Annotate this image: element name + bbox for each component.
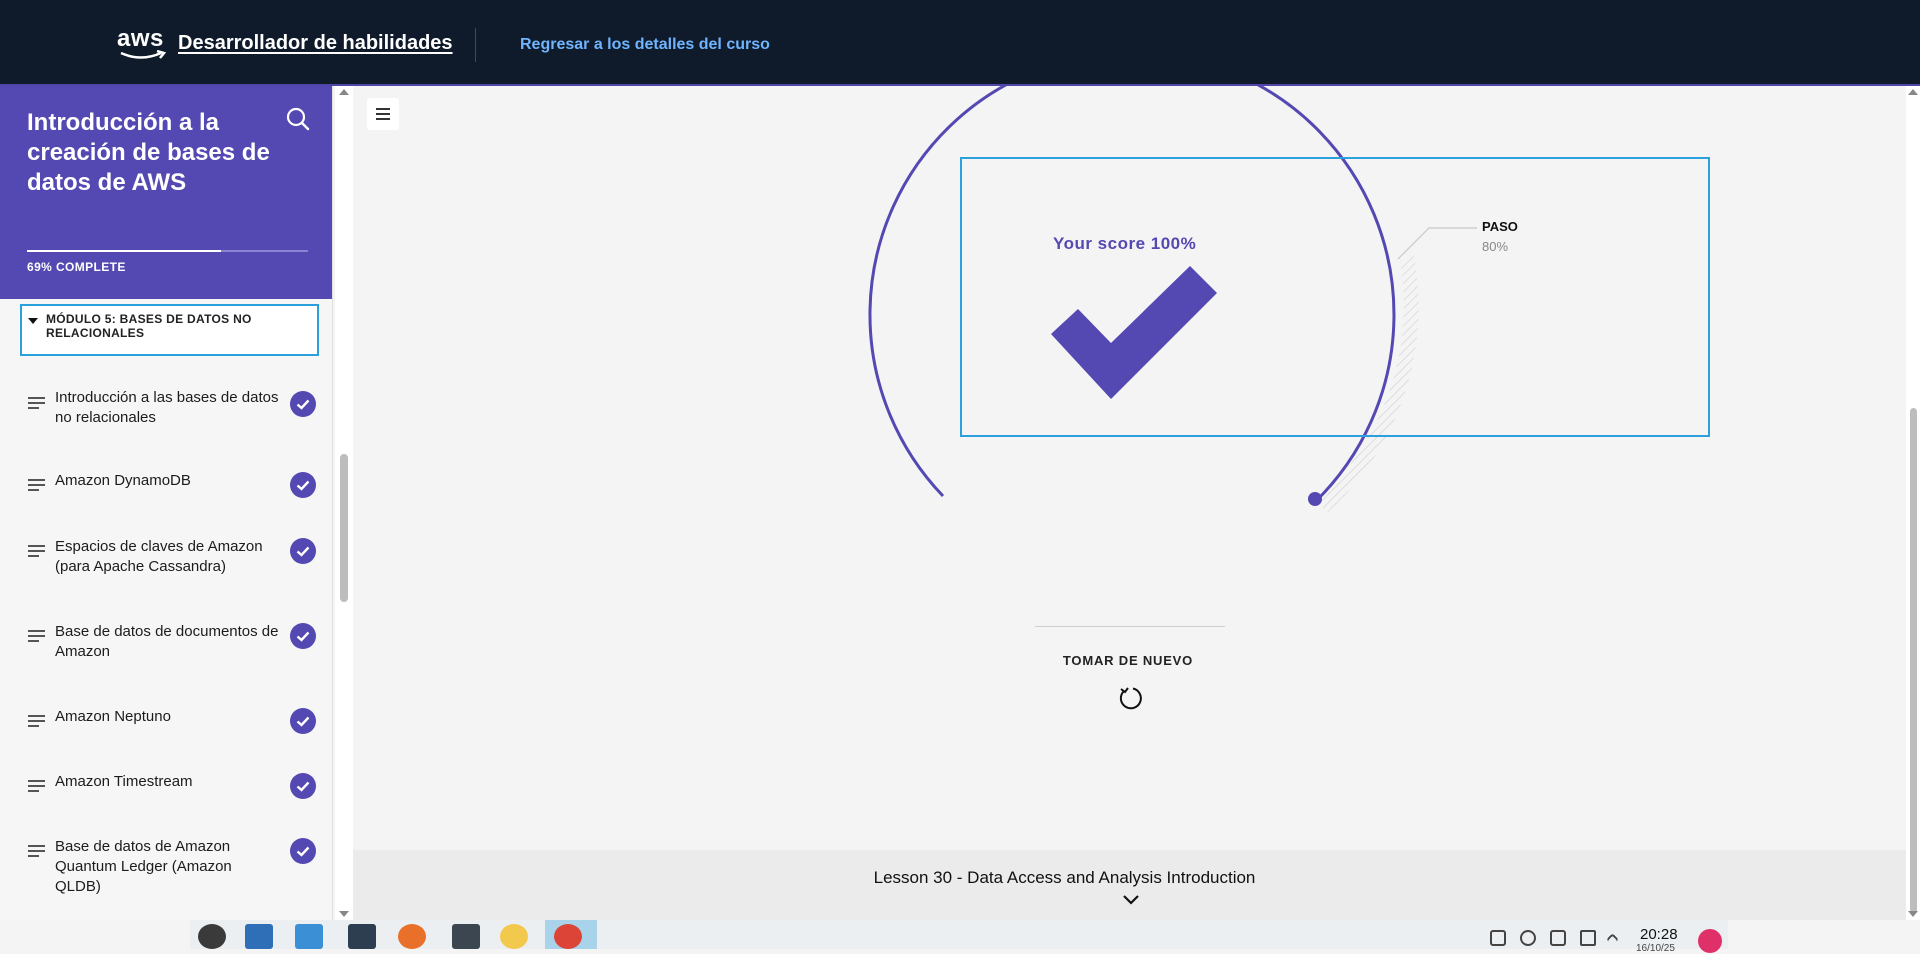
sidebar-scroll-thumb[interactable] xyxy=(340,454,348,602)
clock-time[interactable]: 20:28 xyxy=(1640,926,1678,943)
lesson-label: Amazon DynamoDB xyxy=(55,472,191,489)
lesson-list-icon xyxy=(28,845,45,857)
scroll-down-arrow-icon[interactable] xyxy=(339,911,349,917)
back-to-course-link[interactable]: Regresar a los detalles del curso xyxy=(520,36,770,54)
completed-check-icon xyxy=(290,391,316,417)
completed-check-icon xyxy=(290,773,316,799)
caret-down-icon xyxy=(28,318,38,324)
retry-icon[interactable] xyxy=(1116,684,1144,712)
next-lesson-bar[interactable]: Lesson 30 - Data Access and Analysis Int… xyxy=(353,850,1906,920)
app-launcher-icon[interactable] xyxy=(245,924,273,949)
retry-divider xyxy=(1035,626,1225,627)
terminal-icon[interactable] xyxy=(452,924,480,949)
lesson-list-icon xyxy=(28,397,45,409)
settings-icon[interactable] xyxy=(348,924,376,949)
header-divider xyxy=(475,28,476,62)
completed-check-icon xyxy=(290,538,316,564)
course-progress-fill xyxy=(27,250,221,252)
score-label: Your score 100% xyxy=(1053,234,1197,253)
lesson-list-icon xyxy=(28,630,45,642)
scroll-up-arrow-icon[interactable] xyxy=(339,89,349,95)
lesson-list-icon xyxy=(28,479,45,491)
sidebar-header: Introducción a la creación de bases de d… xyxy=(0,86,332,299)
course-title: Introducción a la creación de bases de d… xyxy=(27,109,270,196)
top-header: aws Desarrollador de habilidades Regresa… xyxy=(0,0,1920,86)
course-sidebar: Introducción a la creación de bases de d… xyxy=(0,86,333,920)
os-taskbar: 20:28 16/10/25 xyxy=(190,920,1728,954)
module-toggle[interactable]: MÓDULO 5: BASES DE DATOS NO RELACIONALES xyxy=(20,304,319,356)
mascot-app-icon[interactable] xyxy=(500,924,528,949)
user-avatar[interactable] xyxy=(1698,929,1722,953)
next-lesson-label: Lesson 30 - Data Access and Analysis Int… xyxy=(873,868,1256,887)
score-ring-endpoint xyxy=(1308,492,1322,506)
aws-smile-icon xyxy=(120,50,167,59)
scroll-up-arrow-icon[interactable] xyxy=(1908,89,1918,95)
lesson-label: Base de datos de documentos de Amazon xyxy=(55,623,279,660)
search-icon[interactable] xyxy=(285,106,311,132)
chrome-icon[interactable] xyxy=(554,924,582,949)
scroll-down-arrow-icon[interactable] xyxy=(1908,911,1918,917)
lesson-label: Amazon Timestream xyxy=(55,773,193,790)
completed-check-icon xyxy=(290,472,316,498)
main-scroll-thumb[interactable] xyxy=(1910,408,1917,913)
lesson-list-icon xyxy=(28,780,45,792)
tray-expand-icon[interactable] xyxy=(1606,933,1619,946)
lesson-label: Introducción a las bases de datos no rel… xyxy=(55,389,279,426)
aws-logo[interactable]: aws xyxy=(117,26,173,62)
completed-check-icon xyxy=(290,623,316,649)
quiz-result-panel: Your score 100% PASO 80% TOMAR DE NUEVO … xyxy=(353,86,1906,920)
network-icon[interactable] xyxy=(1550,930,1566,946)
clipboard-icon[interactable] xyxy=(1490,930,1506,946)
score-focus-box xyxy=(960,157,1710,437)
lesson-label: Base de datos de Amazon Quantum Ledger (… xyxy=(55,838,232,895)
lesson-label: Amazon Neptuno xyxy=(55,708,171,725)
media-player-icon[interactable] xyxy=(1520,930,1536,946)
volume-icon[interactable] xyxy=(1580,930,1596,946)
course-progress-bar xyxy=(27,250,308,252)
course-progress-label: 69% COMPLETE xyxy=(27,260,126,274)
completed-check-icon xyxy=(290,838,316,864)
main-scrollbar[interactable] xyxy=(1906,86,1920,920)
pass-threshold-label: PASO xyxy=(1482,219,1518,234)
start-menu-icon[interactable] xyxy=(198,924,226,949)
completed-check-icon xyxy=(290,708,316,734)
file-manager-icon[interactable] xyxy=(295,924,323,949)
sidebar-scrollbar[interactable] xyxy=(335,86,353,920)
lesson-label: Espacios de claves de Amazon (para Apach… xyxy=(55,538,263,575)
module-label: MÓDULO 5: BASES DE DATOS NO RELACIONALES xyxy=(46,312,252,340)
lesson-list-icon xyxy=(28,545,45,557)
aws-logo-text: aws xyxy=(117,25,164,52)
app-title-link[interactable]: Desarrollador de habilidades xyxy=(178,32,453,55)
chevron-down-icon[interactable] xyxy=(1122,894,1140,906)
lesson-list-icon xyxy=(28,715,45,727)
firefox-icon[interactable] xyxy=(398,924,426,949)
retake-button-label[interactable]: TOMAR DE NUEVO xyxy=(993,653,1263,668)
pass-threshold-value: 80% xyxy=(1482,239,1509,254)
